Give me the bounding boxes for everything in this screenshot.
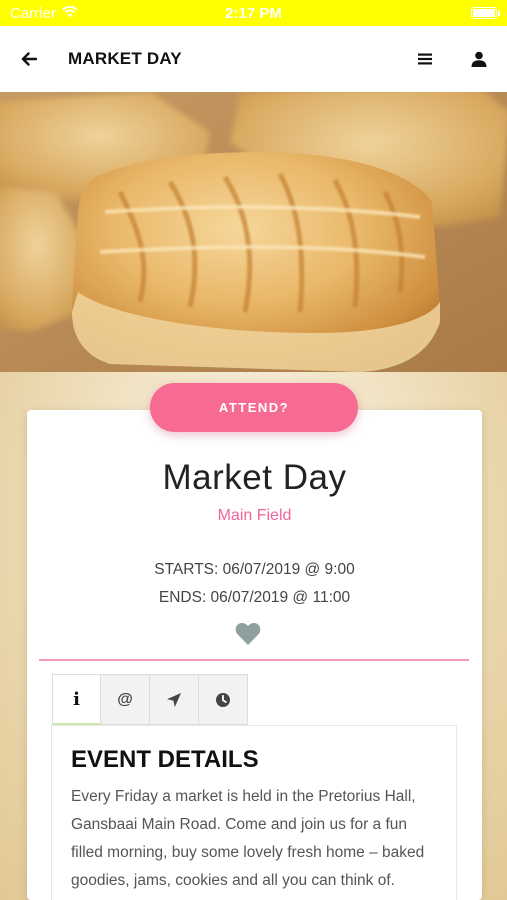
info-icon: i [73,688,80,710]
nav-bar: MARKET DAY [0,26,507,92]
hero-image [0,92,507,372]
carrier-label: Carrier [10,4,56,22]
details-body: Every Friday a market is held in the Pre… [71,788,425,889]
wifi-icon [62,5,78,22]
favorite-button[interactable] [235,622,261,646]
user-icon [471,51,487,67]
tab-bar: i @ [52,674,248,725]
attend-button[interactable]: ATTEND? [150,383,358,432]
nav-actions [415,49,489,69]
divider [39,659,469,661]
location-arrow-icon [167,692,181,707]
tab-location[interactable] [150,674,199,725]
menu-icon [418,53,432,65]
pastry-photo [0,92,507,372]
heart-icon [235,623,261,645]
profile-button[interactable] [469,49,489,69]
menu-button[interactable] [415,49,435,69]
status-left: Carrier [10,5,78,22]
event-card: Market Day Main Field STARTS: 06/07/2019… [27,410,482,900]
event-title: Market Day [162,458,347,497]
back-button[interactable] [18,48,40,70]
tab-contact[interactable]: @ [101,674,150,725]
at-icon: @ [117,690,133,708]
details-heading: EVENT DETAILS [71,746,259,773]
battery-icon [471,7,500,19]
tab-info[interactable]: i [52,674,101,725]
event-location[interactable]: Main Field [27,507,482,525]
status-bar: Carrier 2:17 PM [0,0,507,26]
arrow-left-icon [21,52,37,66]
event-start-time: STARTS: 06/07/2019 @ 9:00 [154,561,355,578]
tab-time[interactable] [199,674,248,725]
event-end-time: ENDS: 06/07/2019 @ 11:00 [158,589,351,606]
clock-icon [216,692,230,707]
event-details-panel: EVENT DETAILS Every Friday a market is h… [51,725,457,900]
page-title: MARKET DAY [68,49,182,68]
